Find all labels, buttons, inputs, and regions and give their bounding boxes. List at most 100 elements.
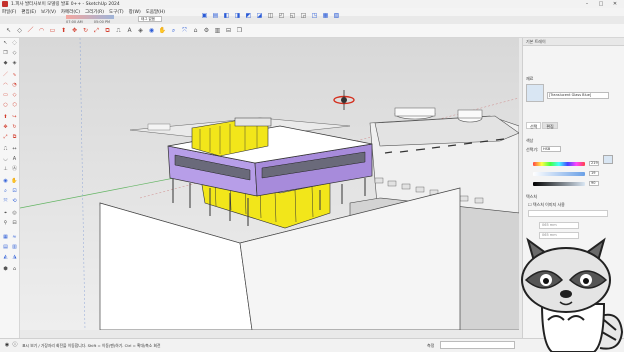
line-icon[interactable]: ／ [2,72,9,79]
move-tool-icon[interactable]: ✥ [70,26,79,35]
zoom-extents-icon[interactable]: ⤧ [180,26,189,35]
zoom-window-icon[interactable]: ⊡ [11,188,18,195]
previous-view-icon[interactable]: ⟲ [11,198,18,205]
zoom-icon[interactable]: ⌕ [2,188,9,195]
picker-dropdown[interactable]: HSB [541,146,561,152]
section-icon[interactable]: ⊟ [11,220,18,227]
extension-icon[interactable]: ⚙ [202,26,211,35]
make-component-icon[interactable]: ❒ [2,50,9,57]
polygon-icon[interactable]: ⬡ [11,102,18,109]
measurements-box[interactable] [440,341,515,349]
scale-tool-icon[interactable]: ⤢ [92,26,101,35]
back-view-icon[interactable]: ◩ [244,12,253,21]
select-tool-icon[interactable]: ↖ [4,26,13,35]
arc-icon[interactable]: ◠ [2,82,9,89]
push-pull-tool-icon[interactable]: ⬆ [2,114,9,121]
follow-me-icon[interactable]: ↪ [11,114,18,121]
brightness-value[interactable]: 90 [589,181,599,186]
look-around-icon[interactable]: ◎ [11,210,18,217]
saturation-value[interactable]: 19 [589,171,599,176]
left-view-icon[interactable]: ◪ [255,12,264,21]
line-tool-icon[interactable]: ／ [26,26,35,35]
pan-icon[interactable]: ✋ [11,178,18,185]
hue-value[interactable]: 219 [589,161,599,166]
eraser-tool-icon[interactable]: ◇ [11,50,18,57]
shaded-icon[interactable]: ◳ [310,12,319,21]
saturation-slider[interactable] [533,172,585,176]
maximize-button[interactable]: □ [594,0,608,8]
lasso-icon[interactable]: ◌ [11,40,18,47]
minimize-button[interactable]: – [580,0,594,8]
component-icon[interactable]: ❒ [235,26,244,35]
protractor-icon[interactable]: ◡ [2,156,9,163]
circle-icon[interactable]: ○ [2,102,9,109]
sandbox-icon[interactable]: ▦ [2,234,9,241]
solid-tools-icon[interactable]: ⬢ [2,266,9,273]
tape-icon[interactable]: ⎍ [2,146,9,153]
position-camera-icon[interactable]: ⌖ [2,210,9,217]
zoom-extents-tool-icon[interactable]: ⤧ [2,198,9,205]
top-view-icon[interactable]: ▤ [211,12,220,21]
menu-window[interactable]: 창(W) [129,9,141,15]
pan-tool-icon[interactable]: ✋ [158,26,167,35]
shadow-time-slider[interactable] [66,15,114,19]
material-name-field[interactable]: [Translucent Glass Blue] [547,92,609,99]
texture-checkbox[interactable]: ☐ 텍스처 이미지 사용 [528,202,565,208]
menu-help[interactable]: 도움말(H) [146,9,165,15]
section-plane-icon[interactable]: ⊟ [224,26,233,35]
smoove-icon[interactable]: ≈ [11,234,18,241]
tab-edit[interactable]: 편집 [542,122,558,129]
walk-icon[interactable]: ⚲ [2,220,9,227]
rectangle-tool-icon[interactable]: ▭ [48,26,57,35]
hue-slider[interactable] [533,162,585,166]
rotate-icon[interactable]: ↻ [11,124,18,131]
hidden-line-icon[interactable]: ◲ [299,12,308,21]
menu-file[interactable]: 파일(F) [2,9,16,15]
wireframe-icon[interactable]: ◱ [288,12,297,21]
pie-icon[interactable]: ◔ [11,82,18,89]
credits-icon[interactable]: ⓘ [12,342,18,348]
stamp-icon[interactable]: ▤ [2,244,9,251]
rotate-tool-icon[interactable]: ↻ [81,26,90,35]
text-icon[interactable]: A [11,156,18,163]
close-button[interactable]: ✕ [608,0,622,8]
orbit-tool-icon[interactable]: ◉ [147,26,156,35]
text-tool-icon[interactable]: A [125,26,134,35]
axes-icon[interactable]: ⊥ [2,166,9,173]
push-pull-icon[interactable]: ⬆ [59,26,68,35]
orbit-icon[interactable]: ◉ [2,178,9,185]
brightness-slider[interactable] [533,182,585,186]
front-view-icon[interactable]: ◧ [222,12,231,21]
tape-measure-icon[interactable]: ⎍ [114,26,123,35]
dimension-icon[interactable]: ↔ [11,146,18,153]
select-icon[interactable]: ↖ [2,40,9,47]
tag-tool-icon[interactable]: ◆ [2,60,9,67]
menu-view[interactable]: 보기(V) [41,9,56,15]
drape-icon[interactable]: ▥ [11,244,18,251]
texture-path-field[interactable] [528,210,608,217]
flip-edge-icon[interactable]: ◮ [11,254,18,261]
tag-dropdown[interactable]: 태그 없음 [138,16,162,22]
menu-edit[interactable]: 편집(E) [21,9,36,15]
offset-icon[interactable]: ⧉ [11,134,18,141]
monochrome-icon[interactable]: ▧ [332,12,341,21]
geo-location-icon[interactable]: ◉ [4,342,10,348]
arc-tool-icon[interactable]: ◠ [37,26,46,35]
warehouse-icon[interactable]: ⌂ [191,26,200,35]
right-view-icon[interactable]: ◨ [233,12,242,21]
model-viewport[interactable] [20,38,519,330]
tab-select[interactable]: 선택 [526,122,542,129]
warehouse-tool-icon[interactable]: ⌂ [11,266,18,273]
eraser-icon[interactable]: ◇ [15,26,24,35]
freehand-icon[interactable]: ∿ [11,72,18,79]
rectangle-icon[interactable]: ▭ [2,92,9,99]
move-icon[interactable]: ✥ [2,124,9,131]
shaded-texture-icon[interactable]: ▦ [321,12,330,21]
layout-icon[interactable]: ▥ [213,26,222,35]
scale-icon[interactable]: ⤢ [2,134,9,141]
offset-tool-icon[interactable]: ⧉ [103,26,112,35]
back-edges-icon[interactable]: ◰ [277,12,286,21]
zoom-tool-icon[interactable]: ⌕ [169,26,178,35]
iso-view-icon[interactable]: ▣ [200,12,209,21]
materials-section-title[interactable]: 재료 [526,76,533,82]
